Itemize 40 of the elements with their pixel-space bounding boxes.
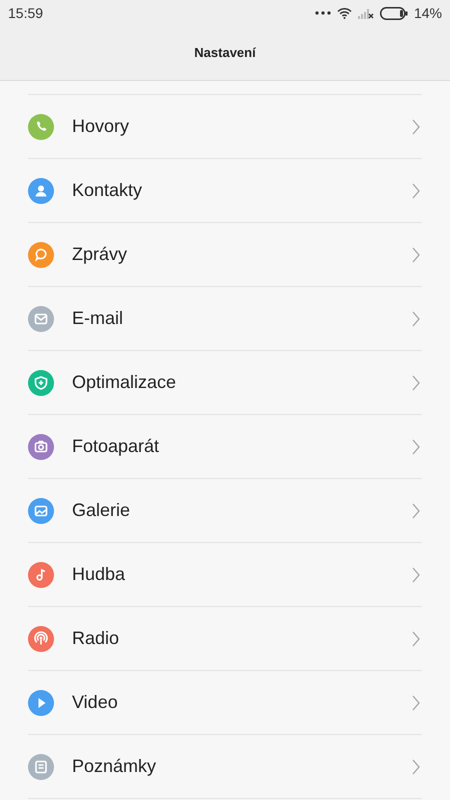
chevron-icon <box>412 310 420 326</box>
more-icon <box>314 11 331 15</box>
chevron-icon <box>412 438 420 454</box>
settings-item[interactable]: Poznámky <box>28 735 422 799</box>
settings-item[interactable]: Hovory <box>28 95 422 159</box>
settings-item[interactable]: Video <box>28 671 422 735</box>
settings-item[interactable]: Galerie <box>28 479 422 543</box>
item-label: Galerie <box>72 499 132 522</box>
chevron-icon <box>412 118 420 134</box>
item-label: Zprávy <box>72 243 128 266</box>
item-label: Poznámky <box>72 755 158 778</box>
settings-item[interactable]: Optimalizace <box>28 351 422 415</box>
wifi-icon <box>336 7 352 19</box>
settings-item[interactable]: Radio <box>28 607 422 671</box>
item-label: Fotoaparát <box>72 435 160 458</box>
settings-item[interactable]: Hudba <box>28 543 422 607</box>
chevron-icon <box>412 502 420 518</box>
chevron-icon <box>412 374 420 390</box>
item-label: Optimalizace <box>72 371 178 394</box>
item-label: Hudba <box>72 563 126 586</box>
status-time: 15:59 <box>8 4 44 22</box>
signal-icon <box>358 7 374 19</box>
item-label: Kontakty <box>72 179 144 202</box>
chevron-icon <box>412 758 420 774</box>
chevron-icon <box>412 694 420 710</box>
settings-item[interactable]: Fotoaparát <box>28 415 422 479</box>
chevron-icon <box>412 182 420 198</box>
chevron-icon <box>412 566 420 582</box>
item-label: Video <box>72 691 119 714</box>
screen-title: Nastavení <box>194 44 256 62</box>
item-label: Radio <box>72 627 120 650</box>
item-label: E-mail <box>72 307 124 330</box>
battery-percent: 14% <box>414 4 442 22</box>
chevron-icon <box>412 246 420 262</box>
chevron-icon <box>412 630 420 646</box>
battery-icon <box>380 6 408 20</box>
item-label: Hovory <box>72 115 130 138</box>
settings-item[interactable]: E-mail <box>28 287 422 351</box>
settings-item[interactable]: Kontakty <box>28 159 422 223</box>
settings-item[interactable]: Zprávy <box>28 223 422 287</box>
